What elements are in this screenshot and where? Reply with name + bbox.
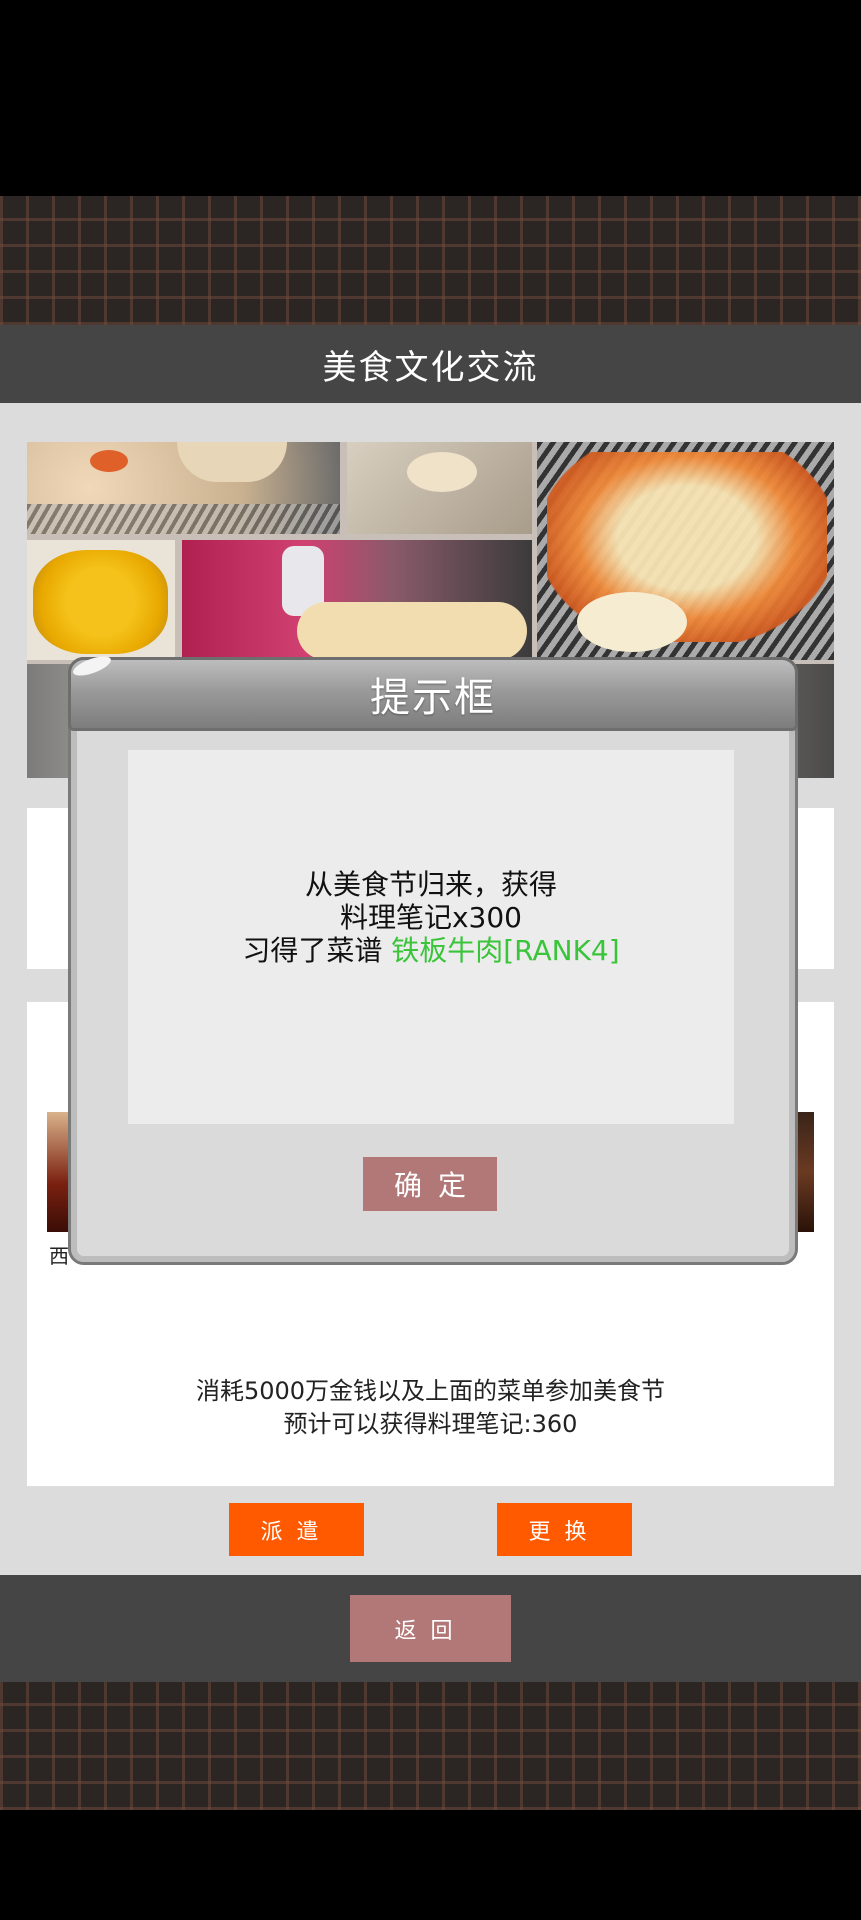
decorative-pattern-top — [0, 196, 861, 325]
dialog-message-line2: 料理笔记x300 — [339, 901, 522, 934]
status-area — [0, 0, 861, 196]
dispatch-button[interactable]: 派遣 — [229, 1503, 364, 1556]
nav-area — [0, 1810, 861, 1920]
cost-info-line2: 预计可以获得料理笔记:360 — [283, 1410, 578, 1438]
dialog-message-line3: 习得了菜谱 铁板牛肉[RANK4] — [128, 934, 734, 967]
page-title: 美食文化交流 — [0, 325, 861, 403]
cost-info: 消耗5000万金钱以及上面的菜单参加美食节 预计可以获得料理笔记:360 — [27, 1375, 834, 1441]
dialog-title: 提示框 — [68, 657, 798, 731]
dialog-message-prefix: 习得了菜谱 — [242, 934, 392, 967]
confirm-button[interactable]: 确定 — [363, 1157, 497, 1211]
dish-label-left: 西 — [49, 1244, 69, 1268]
cost-info-line1: 消耗5000万金钱以及上面的菜单参加美食节 — [195, 1377, 666, 1405]
back-button[interactable]: 返回 — [350, 1595, 511, 1662]
decorative-pattern-bottom — [0, 1682, 861, 1810]
dialog-message-line1: 从美食节归来，获得 — [304, 868, 557, 901]
change-button[interactable]: 更换 — [497, 1503, 632, 1556]
recipe-name-highlight: 铁板牛肉[RANK4] — [391, 934, 620, 967]
dialog-message: 从美食节归来，获得 料理笔记x300 习得了菜谱 铁板牛肉[RANK4] — [128, 868, 734, 967]
